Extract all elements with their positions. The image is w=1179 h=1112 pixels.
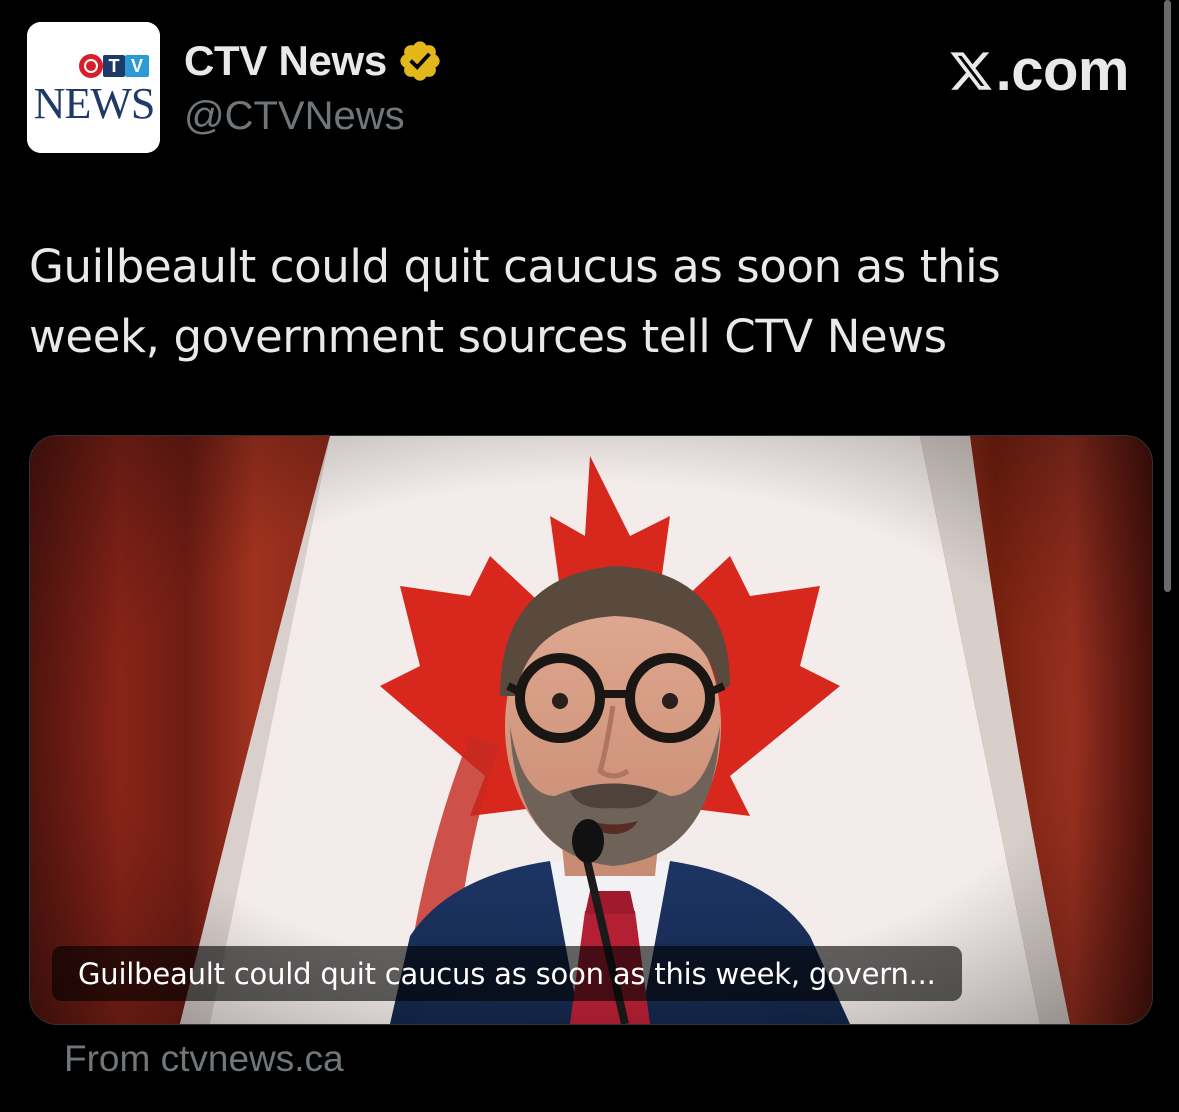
link-preview-card[interactable]: Guilbeault could quit caucus as soon as … (29, 435, 1153, 1025)
verified-badge-icon[interactable] (397, 38, 443, 84)
x-com-watermark: .com (948, 38, 1130, 103)
svg-text:V: V (131, 56, 143, 76)
link-card-caption[interactable]: Guilbeault could quit caucus as soon as … (52, 946, 962, 1001)
svg-text:NEWS: NEWS (34, 79, 155, 128)
tweet-text: Guilbeault could quit caucus as soon as … (29, 240, 1001, 363)
account-display-name[interactable]: CTV News (184, 40, 387, 82)
svg-text:T: T (109, 56, 120, 76)
scrollbar[interactable] (1164, 0, 1171, 592)
ctv-news-logo: T V NEWS (27, 22, 160, 153)
account-handle[interactable]: @CTVNews (184, 96, 405, 136)
account-display-name-row[interactable]: CTV News (184, 38, 443, 84)
x-com-label: .com (995, 38, 1130, 103)
account-avatar[interactable]: T V NEWS (27, 22, 160, 153)
link-source[interactable]: From ctvnews.ca (64, 1040, 344, 1077)
x-logo-icon (950, 52, 992, 90)
article-photo (30, 436, 1152, 1024)
